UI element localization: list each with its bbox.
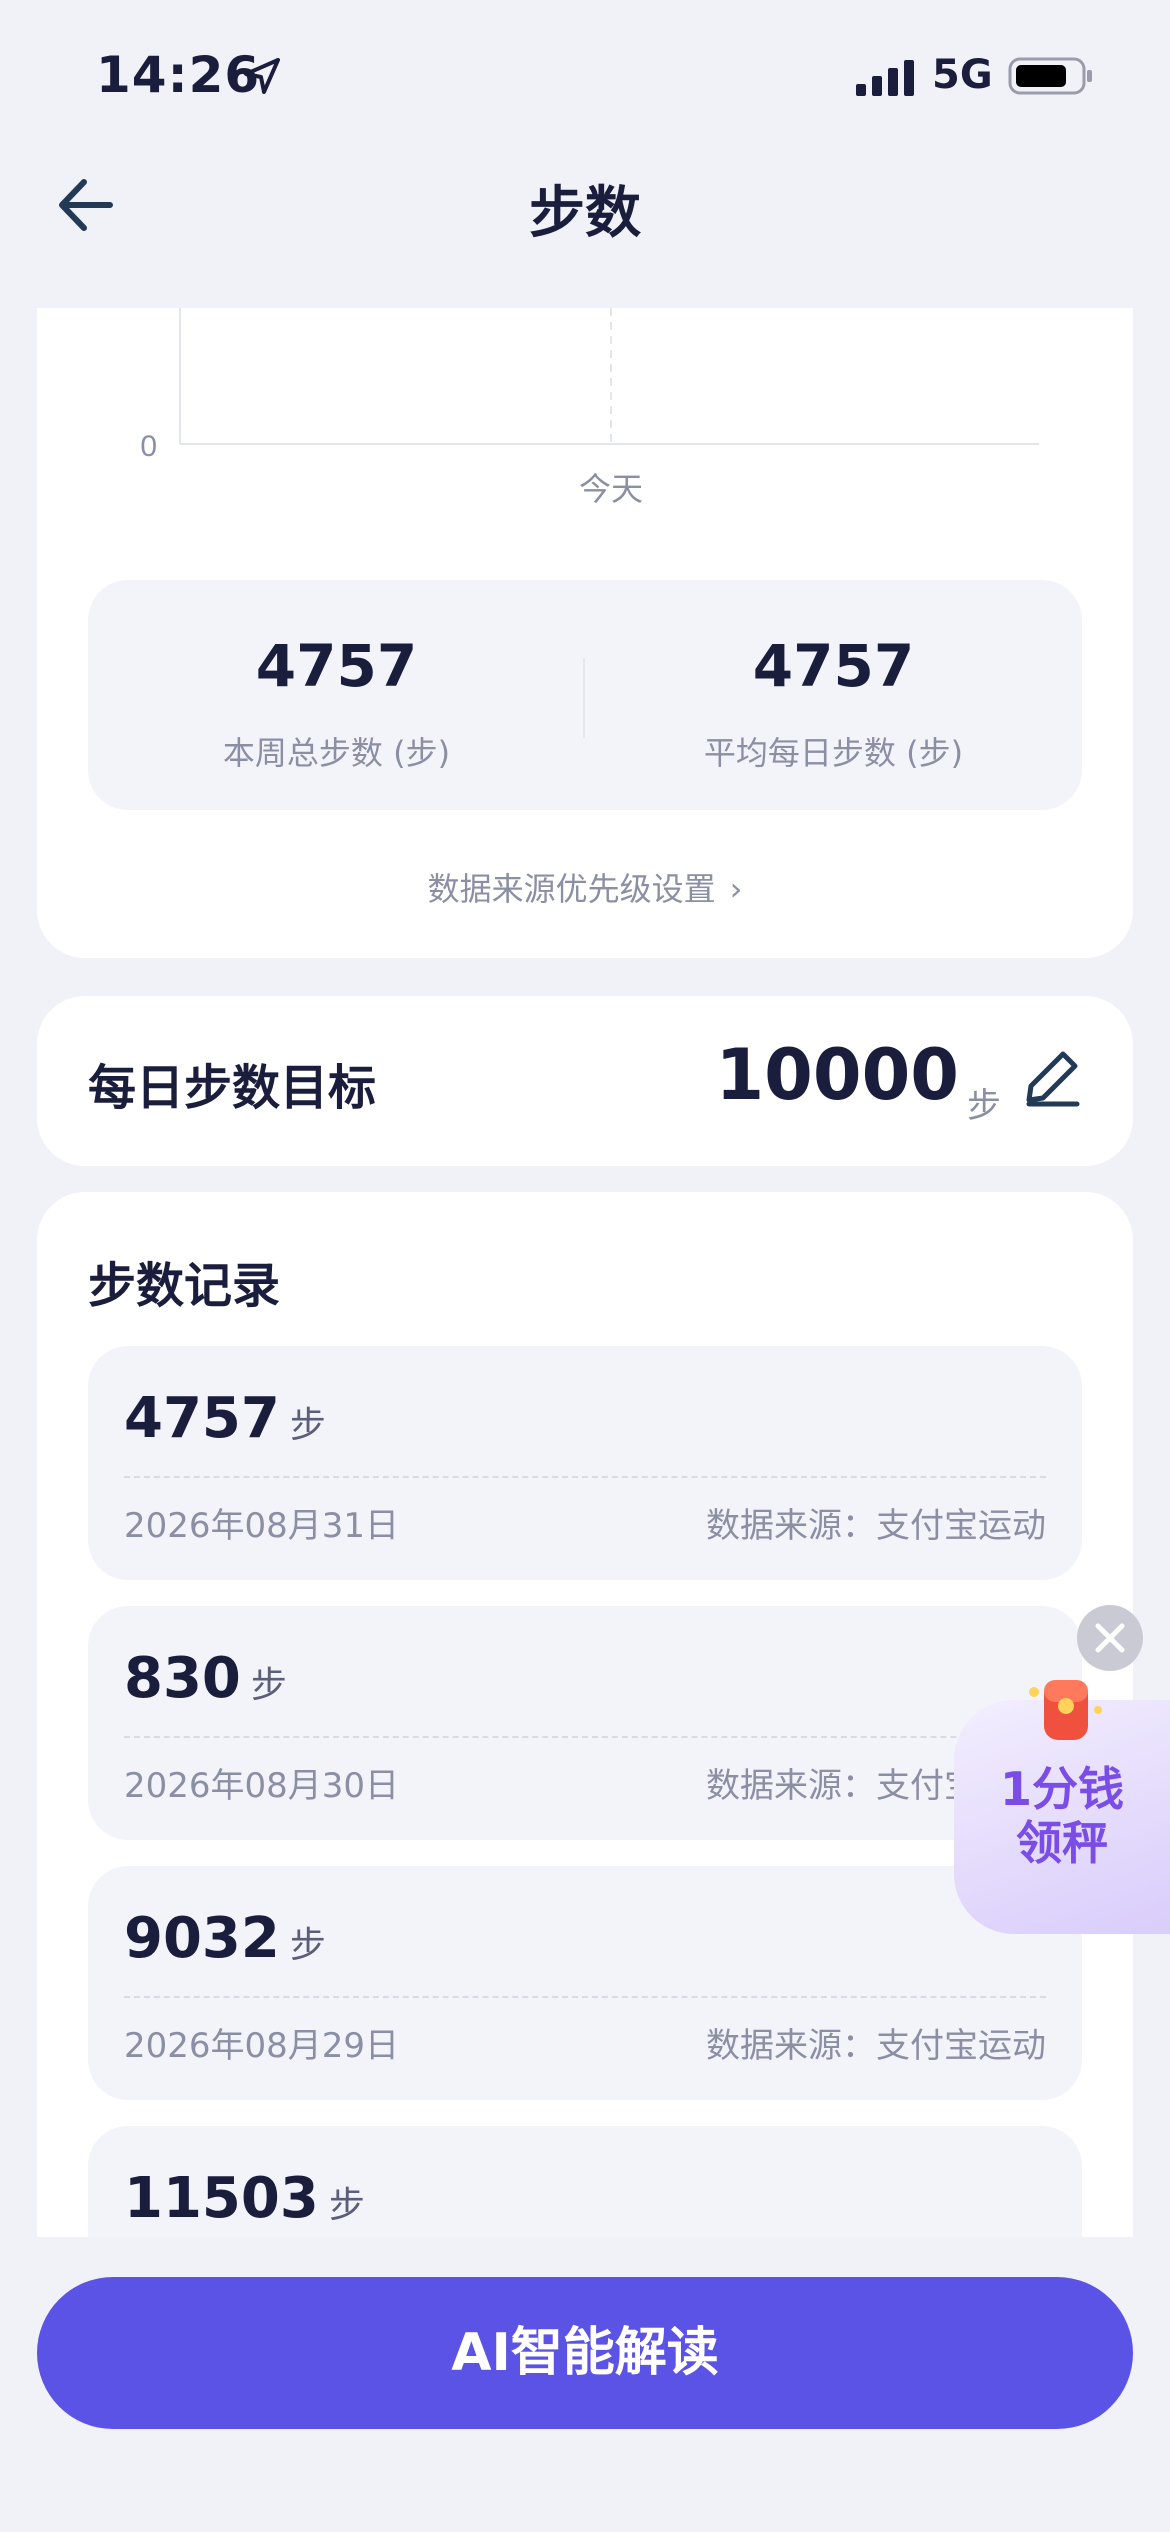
record-date: 2026年08月30日 xyxy=(124,1766,400,1806)
ai-interpret-button[interactable]: AI智能解读 xyxy=(37,2277,1133,2429)
record-source: 数据来源：支付宝运动 xyxy=(706,1506,1046,1546)
record-item[interactable]: 4757 步 2026年08月31日 数据来源：支付宝运动 xyxy=(88,1346,1082,1580)
step-records-card: 步数记录 4757 步 2026年08月31日 数据来源：支付宝运动 830 步 2… xyxy=(37,1192,1133,2237)
record-steps: 830 步 xyxy=(124,1646,287,1711)
location-arrow-icon xyxy=(244,58,280,94)
network-type: 5G xyxy=(932,52,993,98)
week-total-value: 4757 xyxy=(255,632,418,700)
edit-pencil-icon[interactable] xyxy=(1023,1048,1083,1108)
record-steps: 11503 步 xyxy=(124,2166,365,2231)
page-title: 步数 xyxy=(529,181,641,246)
daily-goal-value: 10000 xyxy=(715,1034,959,1116)
status-bar: 14:26 5G xyxy=(0,0,1170,150)
promo-text: 1分钱 领秤 xyxy=(954,1762,1170,1870)
chart-y-zero-label: 0 xyxy=(140,430,157,463)
data-source-priority-label: 数据来源优先级设置 xyxy=(427,870,716,908)
record-steps-unit: 步 xyxy=(289,1405,326,1446)
weekly-stats-box: 4757 本周总步数 (步) 4757 平均每日步数 (步) xyxy=(88,580,1082,810)
record-steps: 4757 步 xyxy=(124,1386,326,1451)
record-steps-value: 4757 xyxy=(124,1386,280,1451)
record-steps-unit: 步 xyxy=(328,2185,365,2226)
red-envelope-icon xyxy=(1029,1680,1102,1740)
data-source-priority-link[interactable]: 数据来源优先级设置 › xyxy=(37,864,1133,910)
record-source: 数据来源：支付宝运动 xyxy=(706,2026,1046,2066)
week-total-label: 本周总步数 (步) xyxy=(222,734,451,772)
daily-average-stat: 4757 平均每日步数 (步) xyxy=(585,580,1082,810)
chevron-right-icon: › xyxy=(729,870,743,908)
promo-line2: 领秤 xyxy=(1016,1816,1108,1870)
record-date: 2026年08月31日 xyxy=(124,1506,400,1546)
record-steps: 9032 步 xyxy=(124,1906,326,1971)
record-steps-unit: 步 xyxy=(250,1665,287,1706)
record-date: 2026年08月29日 xyxy=(124,2026,400,2066)
record-item[interactable]: 11503 步 xyxy=(88,2126,1082,2237)
promo-floating-badge[interactable]: 1分钱 领秤 xyxy=(954,1680,1170,1934)
record-steps-value: 830 xyxy=(124,1646,241,1711)
close-promo-icon[interactable] xyxy=(1076,1604,1144,1672)
battery-icon xyxy=(1008,57,1092,95)
cellular-signal-icon xyxy=(856,60,914,96)
record-item[interactable]: 830 步 2026年08月30日 数据来源：支付宝运动 xyxy=(88,1606,1082,1840)
daily-goal-unit: 步 xyxy=(967,1086,1001,1126)
steps-summary-card: 0 今天 4757 本周总步数 (步) 4757 平均每日步数 (步) 数据来源… xyxy=(37,308,1133,958)
daily-goal-card: 每日步数目标 10000 步 xyxy=(37,996,1133,1166)
record-steps-value: 11503 xyxy=(124,2166,319,2231)
step-records-title: 步数记录 xyxy=(88,1258,281,1314)
record-steps-unit: 步 xyxy=(289,1925,326,1966)
week-total-stat: 4757 本周总步数 (步) xyxy=(88,580,585,810)
record-item[interactable]: 9032 步 2026年08月29日 数据来源：支付宝运动 xyxy=(88,1866,1082,2100)
daily-average-value: 4757 xyxy=(752,632,915,700)
steps-chart: 0 今天 xyxy=(140,308,1039,507)
record-divider xyxy=(124,1476,1046,1478)
daily-average-label: 平均每日步数 (步) xyxy=(703,734,964,772)
chart-x-today-label: 今天 xyxy=(579,471,643,507)
record-divider xyxy=(124,1996,1046,1998)
stats-divider xyxy=(583,658,585,738)
record-divider xyxy=(124,1736,1046,1738)
daily-goal-label: 每日步数目标 xyxy=(88,1060,377,1116)
status-time: 14:26 xyxy=(96,46,261,104)
promo-line1: 1分钱 xyxy=(999,1762,1124,1816)
record-steps-value: 9032 xyxy=(124,1906,280,1971)
